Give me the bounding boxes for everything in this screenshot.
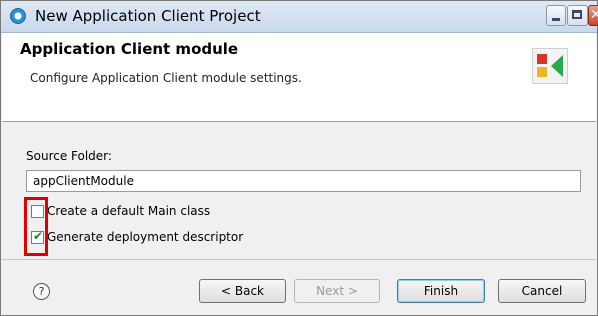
- source-folder-input[interactable]: [26, 170, 581, 192]
- back-button[interactable]: < Back: [199, 279, 286, 303]
- create-main-class-label[interactable]: Create a default Main class: [47, 204, 210, 218]
- generate-descriptor-label[interactable]: Generate deployment descriptor: [47, 230, 243, 244]
- page-description: Configure Application Client module sett…: [30, 71, 302, 85]
- maximize-icon: [572, 10, 582, 19]
- dialog-window: New Application Client Project ✕ Applica…: [0, 0, 598, 316]
- help-icon[interactable]: ?: [33, 283, 50, 300]
- page-title: Application Client module: [20, 40, 239, 58]
- cancel-button[interactable]: Cancel: [498, 279, 586, 303]
- wizard-banner: Application Client module Configure Appl…: [2, 33, 596, 122]
- title-bar[interactable]: New Application Client Project ✕: [1, 1, 598, 33]
- finish-button[interactable]: Finish: [397, 279, 485, 303]
- minimize-icon: [552, 18, 560, 21]
- maximize-button[interactable]: [567, 5, 588, 26]
- minimize-button[interactable]: [546, 5, 566, 26]
- close-icon: ✕: [590, 7, 598, 23]
- highlight-box: [24, 197, 48, 256]
- wizard-banner-icon: [532, 48, 568, 84]
- next-button[interactable]: Next >: [294, 279, 380, 303]
- button-bar-separator: [2, 259, 596, 260]
- close-button[interactable]: ✕: [588, 5, 598, 26]
- app-icon: [10, 8, 26, 24]
- window-title: New Application Client Project: [35, 7, 261, 25]
- source-folder-label: Source Folder:: [26, 149, 112, 163]
